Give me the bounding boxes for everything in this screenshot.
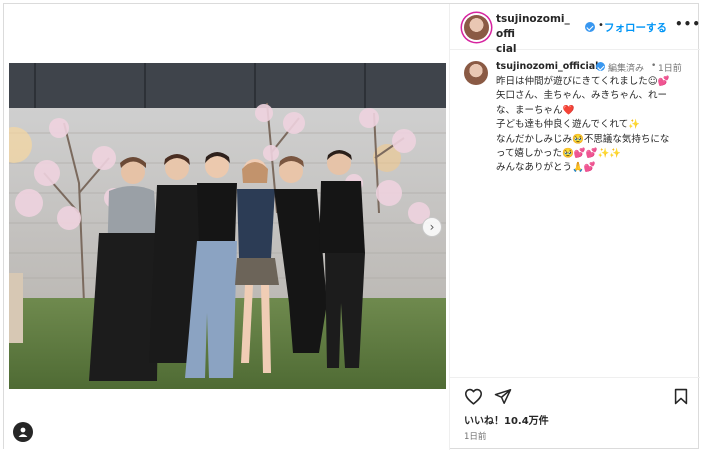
caption-line: なんだかしみじみ🥹不思議な気持ちにな (496, 133, 670, 145)
username-line-1: tsujinozomi_offi (496, 13, 570, 40)
caption-time[interactable]: 1日前 (658, 61, 682, 74)
group-photo-image (9, 63, 446, 389)
heart-icon[interactable] (464, 388, 483, 405)
next-photo-button[interactable]: › (422, 217, 442, 237)
person-icon (18, 427, 28, 437)
post-actions: いいね！10.4万件 1日前 (450, 377, 700, 450)
verified-badge-icon (596, 62, 605, 71)
header-username[interactable]: tsujinozomi_offi cial (496, 12, 576, 57)
caption-avatar[interactable] (464, 61, 488, 85)
post-panel: tsujinozomi_offi cial • フォローする ••• tsuji… (450, 4, 700, 450)
caption-line: な、まーちゃん❤️ (496, 104, 575, 116)
username-line-2: cial (496, 43, 517, 55)
caption-username[interactable]: tsujinozomi_official (496, 61, 598, 72)
tagged-users-button[interactable] (13, 422, 33, 442)
follow-button[interactable]: フォローする (604, 20, 667, 35)
paper-plane-icon[interactable] (494, 388, 512, 405)
caption-line: 子ども達も仲良く遊んでくれて✨ (496, 119, 641, 131)
caption-line: みんなありがとう🙏💕 (496, 162, 596, 174)
bookmark-icon[interactable] (674, 388, 688, 405)
more-options-button[interactable]: ••• (675, 17, 701, 31)
caption-line: 矢口さん、圭ちゃん、みきちゃん、れー (496, 90, 668, 102)
profile-avatar[interactable] (464, 15, 489, 40)
caption-line: って嬉しかった🥹💕💕✨✨ (496, 148, 622, 160)
caption-line: 昨日は仲間が遊びにきてくれました☺💕 (496, 76, 670, 87)
post-timestamp[interactable]: 1日前 (464, 430, 486, 442)
caption-text: 昨日は仲間が遊びにきてくれました☺💕 矢口さん、圭ちゃん、みきちゃん、れー な、… (496, 75, 696, 176)
likes-count[interactable]: いいね！10.4万件 (464, 412, 549, 427)
verified-badge-icon (585, 22, 595, 32)
edited-label: 編集済み (608, 64, 645, 74)
media-area: › (4, 4, 450, 450)
post-photo[interactable] (9, 63, 446, 389)
post-dialog: › tsujinozomi_offi cial • フォローする ••• tsu… (3, 3, 700, 450)
separator-dot: • (651, 61, 657, 71)
chevron-right-icon: › (429, 220, 435, 234)
post-header: tsujinozomi_offi cial • フォローする ••• (450, 4, 701, 55)
